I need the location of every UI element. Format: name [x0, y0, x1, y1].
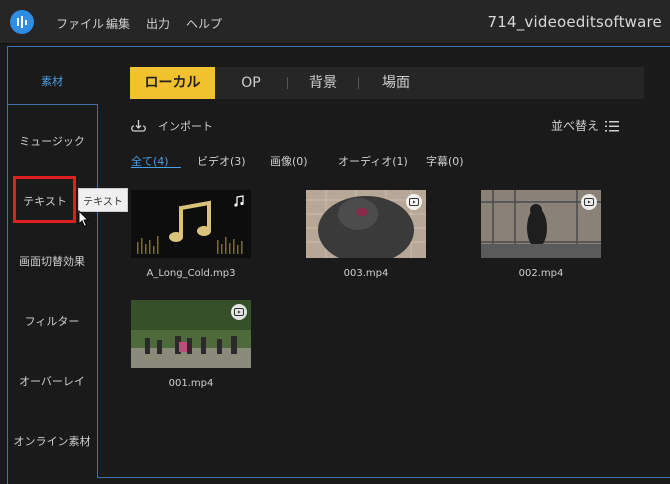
media-name: 002.mp4: [518, 268, 564, 279]
menu-edit[interactable]: 編集: [106, 15, 130, 32]
video-badge-icon: [581, 194, 597, 210]
media-thumb-audio[interactable]: [131, 190, 251, 258]
tab-op[interactable]: OP: [215, 67, 287, 99]
media-name: 001.mp4: [168, 378, 214, 389]
filter-audio[interactable]: オーディオ(1): [338, 153, 408, 169]
sidebar-divider-top: [7, 104, 97, 105]
panel-bottom-border: [97, 477, 670, 478]
mouse-cursor-icon: [78, 210, 90, 228]
menu-help[interactable]: ヘルプ: [186, 15, 222, 32]
tab-scene[interactable]: 場面: [359, 67, 433, 99]
sidebar-item-media[interactable]: 素材: [7, 73, 97, 89]
media-thumb-video[interactable]: [481, 190, 601, 258]
sidebar-item-online-media[interactable]: オンライン素材: [7, 433, 97, 449]
highlight-box: [13, 176, 76, 223]
sidebar-item-transitions[interactable]: 画面切替効果: [7, 253, 97, 269]
import-icon: [131, 120, 146, 132]
menu-output[interactable]: 出力: [146, 15, 170, 32]
video-badge-icon: [406, 194, 422, 210]
app-logo-icon: [10, 10, 34, 34]
category-tabs: ローカル OP 背景 場面: [130, 67, 644, 99]
filter-image[interactable]: 画像(0): [270, 153, 308, 169]
title-bar: ファイル 編集 出力 ヘルプ 714_videoeditsoftware: [0, 0, 670, 44]
main-panel-frame: [7, 46, 670, 484]
media-thumb-video[interactable]: [306, 190, 426, 258]
sidebar-item-filters[interactable]: フィルター: [7, 313, 97, 329]
filter-video[interactable]: ビデオ(3): [197, 153, 246, 169]
sidebar-divider: [97, 104, 98, 478]
sort-list-icon: [605, 120, 620, 131]
media-name: A_Long_Cold.mp3: [146, 268, 236, 279]
tooltip: テキスト: [78, 188, 128, 212]
media-name: 003.mp4: [343, 268, 389, 279]
filter-subtitle[interactable]: 字幕(0): [426, 153, 464, 169]
sidebar-item-music[interactable]: ミュージック: [7, 133, 97, 149]
media-thumb-video[interactable]: [131, 300, 251, 368]
import-label: インポート: [158, 120, 213, 133]
import-button[interactable]: インポート: [130, 118, 213, 134]
sort-button[interactable]: 並べ替え: [551, 117, 620, 134]
filter-all-underline: [131, 167, 181, 168]
sidebar-item-overlay[interactable]: オーバーレイ: [7, 373, 97, 389]
video-badge-icon: [231, 304, 247, 320]
menu-file[interactable]: ファイル: [56, 15, 104, 32]
tab-background[interactable]: 背景: [288, 67, 358, 99]
audio-badge-icon: [234, 195, 244, 207]
tab-local[interactable]: ローカル: [130, 67, 215, 99]
sort-label: 並べ替え: [551, 119, 600, 133]
window-title: 714_videoeditsoftware: [487, 13, 662, 31]
